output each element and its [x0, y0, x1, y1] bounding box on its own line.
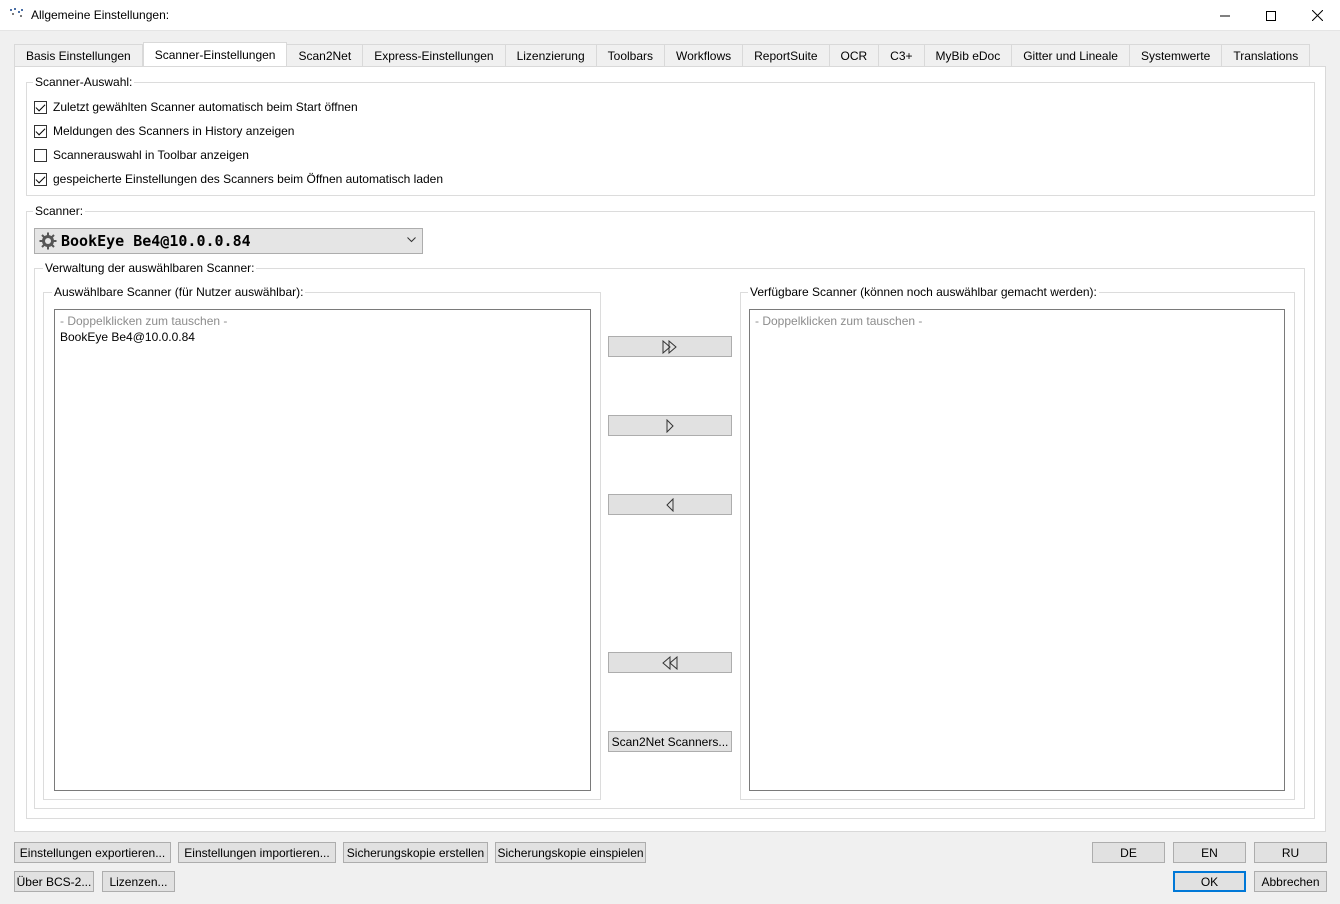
- scanner-management-legend: Verwaltung der auswählbaren Scanner:: [43, 261, 257, 275]
- close-icon: [1311, 10, 1323, 21]
- option-label: Scannerauswahl in Toolbar anzeigen: [53, 148, 249, 162]
- tab-systemwerte[interactable]: Systemwerte: [1129, 44, 1223, 66]
- scanner-legend: Scanner:: [33, 204, 86, 218]
- app-icon: [10, 8, 23, 17]
- cancel-button[interactable]: Abbrechen: [1254, 871, 1327, 892]
- scanner-select-value: BookEye Be4@10.0.0.84: [61, 232, 251, 250]
- available-scanners-legend: Verfügbare Scanner (können noch auswählb…: [748, 285, 1099, 299]
- maximize-icon: [1266, 10, 1276, 21]
- import-settings-button[interactable]: Einstellungen importieren...: [178, 842, 336, 863]
- about-button[interactable]: Über BCS-2...: [14, 871, 94, 892]
- language-ru-button[interactable]: RU: [1254, 842, 1327, 863]
- tab-scanner-einstellungen[interactable]: Scanner-Einstellungen: [142, 42, 288, 66]
- move-left-button[interactable]: [608, 494, 732, 515]
- available-scanners-list[interactable]: - Doppelklicken zum tauschen -: [749, 309, 1285, 791]
- licenses-button[interactable]: Lizenzen...: [102, 871, 175, 892]
- minimize-icon: [1220, 15, 1230, 16]
- scan2net-scanners-button[interactable]: Scan2Net Scanners...: [608, 731, 732, 752]
- window-title: Allgemeine Einstellungen:: [31, 8, 170, 22]
- tab-reportsuite[interactable]: ReportSuite: [743, 44, 830, 66]
- checkbox-open-last-scanner[interactable]: [34, 100, 47, 114]
- arrow-left-icon: [666, 497, 674, 512]
- list-hint: - Doppelklicken zum tauschen -: [60, 314, 228, 328]
- tab-lizenzierung[interactable]: Lizenzierung: [505, 44, 597, 66]
- tab-workflows[interactable]: Workflows: [665, 44, 744, 66]
- tab-express-einstellungen[interactable]: Express-Einstellungen: [363, 44, 506, 66]
- close-button[interactable]: [1294, 0, 1340, 31]
- tab-basis-einstellungen[interactable]: Basis Einstellungen: [14, 44, 143, 66]
- gear-icon: [39, 232, 57, 250]
- tab-mybib-edoc[interactable]: MyBib eDoc: [924, 44, 1013, 66]
- option-label: Zuletzt gewählten Scanner automatisch be…: [53, 100, 358, 114]
- tab-gitter-und-lineale[interactable]: Gitter und Lineale: [1012, 44, 1130, 66]
- create-backup-button[interactable]: Sicherungskopie erstellen: [343, 842, 488, 863]
- selectable-scanners-list[interactable]: - Doppelklicken zum tauschen - BookEye B…: [54, 309, 591, 791]
- option-scanner-messages-history[interactable]: Meldungen des Scanners in History anzeig…: [34, 123, 294, 139]
- tab-c3plus[interactable]: C3+: [879, 44, 925, 66]
- move-right-button[interactable]: [608, 415, 732, 436]
- option-label: gespeicherte Einstellungen des Scanners …: [53, 172, 444, 186]
- list-hint: - Doppelklicken zum tauschen -: [755, 314, 923, 328]
- option-label: Meldungen des Scanners in History anzeig…: [53, 124, 295, 138]
- checkbox-scanner-messages-history[interactable]: [34, 124, 47, 138]
- double-arrow-left-icon: [662, 655, 678, 670]
- ok-button[interactable]: OK: [1173, 871, 1246, 892]
- tab-translations[interactable]: Translations: [1222, 44, 1311, 66]
- chevron-down-icon: [407, 237, 416, 243]
- language-de-button[interactable]: DE: [1092, 842, 1165, 863]
- option-load-saved-settings[interactable]: gespeicherte Einstellungen des Scanners …: [34, 171, 443, 187]
- selectable-scanners-legend: Auswählbare Scanner (für Nutzer auswählb…: [52, 285, 306, 299]
- tab-strip: Basis Einstellungen Scanner-Einstellunge…: [14, 42, 1311, 66]
- option-open-last-scanner[interactable]: Zuletzt gewählten Scanner automatisch be…: [34, 99, 358, 115]
- double-arrow-right-icon: [662, 339, 677, 354]
- tab-scan2net[interactable]: Scan2Net: [287, 44, 364, 66]
- maximize-button[interactable]: [1248, 0, 1294, 31]
- checkbox-load-saved-settings[interactable]: [34, 172, 47, 186]
- move-all-left-button[interactable]: [608, 652, 732, 673]
- list-item[interactable]: BookEye Be4@10.0.0.84: [60, 330, 195, 344]
- export-settings-button[interactable]: Einstellungen exportieren...: [14, 842, 171, 863]
- option-scanner-in-toolbar[interactable]: Scannerauswahl in Toolbar anzeigen: [34, 147, 249, 163]
- language-en-button[interactable]: EN: [1173, 842, 1246, 863]
- scanner-selection-legend: Scanner-Auswahl:: [33, 75, 135, 89]
- restore-backup-button[interactable]: Sicherungskopie einspielen: [495, 842, 646, 863]
- tab-toolbars[interactable]: Toolbars: [596, 44, 665, 66]
- scanner-select[interactable]: BookEye Be4@10.0.0.84: [34, 228, 423, 254]
- tab-ocr[interactable]: OCR: [829, 44, 880, 66]
- minimize-button[interactable]: [1202, 0, 1248, 31]
- arrow-right-icon: [666, 418, 674, 433]
- title-bar: Allgemeine Einstellungen:: [0, 0, 1340, 31]
- move-all-right-button[interactable]: [608, 336, 732, 357]
- checkbox-scanner-in-toolbar[interactable]: [34, 148, 47, 162]
